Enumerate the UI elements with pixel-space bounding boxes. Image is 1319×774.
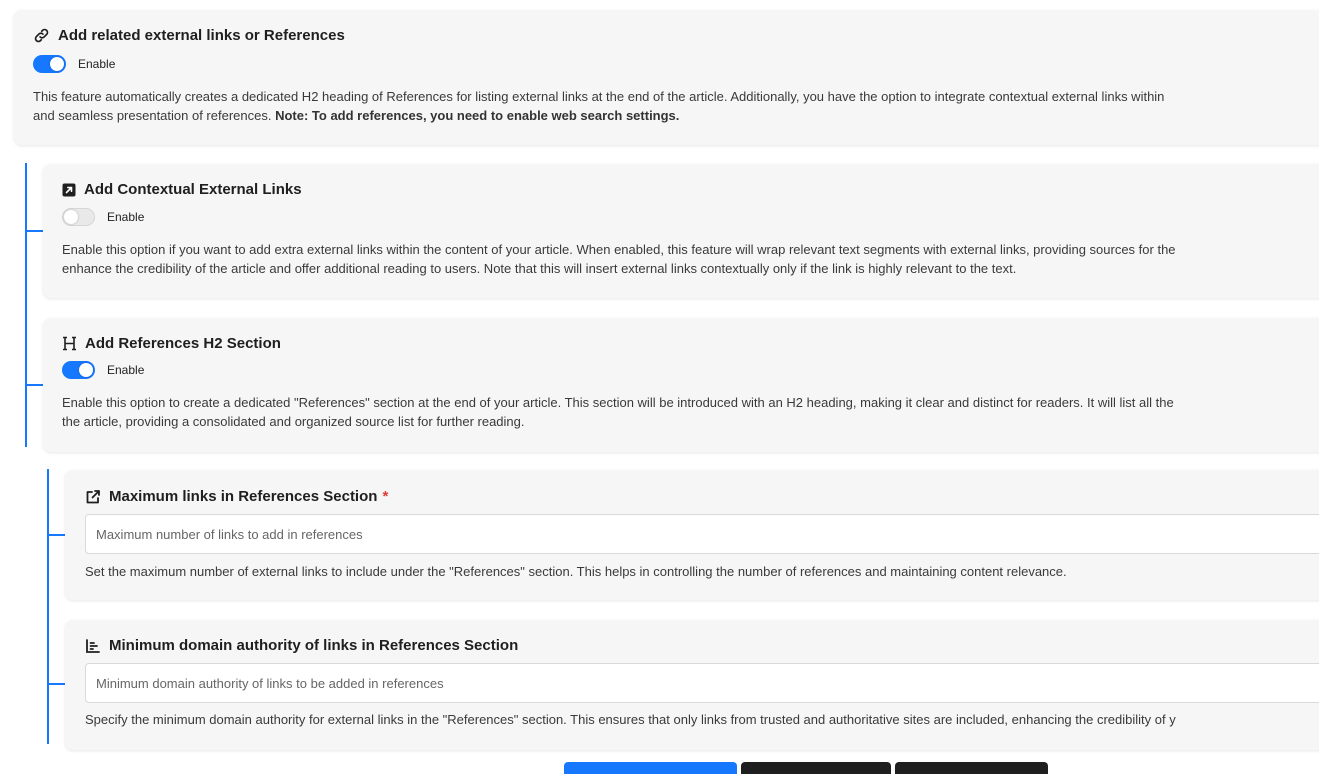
references-h2-desc-line2: the article, providing a consolidated an…: [62, 414, 525, 429]
bar-chart-icon: [86, 638, 100, 653]
min-authority-card: Minimum domain authority of links in Ref…: [65, 620, 1319, 750]
references-h2-toggle[interactable]: [62, 361, 95, 379]
toggle-knob: [79, 363, 93, 377]
contextual-title-text: Add Contextual External Links: [84, 181, 302, 198]
min-authority-help: Specify the minimum domain authority for…: [85, 712, 1176, 727]
toggle-knob: [64, 210, 78, 224]
external-links-card: Add related external links or References…: [14, 10, 1319, 145]
contextual-toggle-row: Enable: [62, 208, 144, 226]
max-links-placeholder: Maximum number of links to add in refere…: [96, 526, 363, 542]
external-links-note: Note: To add references, you need to ena…: [275, 108, 680, 123]
external-links-toggle[interactable]: [33, 55, 66, 73]
min-authority-input[interactable]: Minimum domain authority of links to be …: [85, 663, 1319, 703]
contextual-links-card: Add Contextual External Links Enable Ena…: [43, 164, 1319, 298]
contextual-desc-line1: Enable this option if you want to add ex…: [62, 242, 1176, 257]
tree-branch-min-authority: [47, 683, 66, 685]
tree-branch-references: [25, 384, 44, 386]
max-links-input[interactable]: Maximum number of links to add in refere…: [85, 514, 1319, 554]
references-h2-card: Add References H2 Section Enable Enable …: [43, 318, 1319, 452]
tree-branch-contextual: [25, 230, 44, 232]
contextual-title: Add Contextual External Links: [62, 181, 302, 198]
references-h2-description: Enable this option to create a dedicated…: [62, 393, 1319, 431]
references-h2-title-text: Add References H2 Section: [85, 335, 281, 352]
secondary-action-button[interactable]: [741, 762, 891, 774]
link-icon: [34, 28, 49, 43]
max-links-title: Maximum links in References Section *: [85, 488, 388, 505]
contextual-desc-line2: enhance the credibility of the article a…: [62, 261, 1017, 276]
external-link-icon: [86, 489, 100, 503]
external-links-toggle-label: Enable: [78, 57, 116, 71]
external-links-desc-line2: and seamless presentation of references.…: [33, 108, 680, 123]
contextual-toggle[interactable]: [62, 208, 95, 226]
max-links-title-text: Maximum links in References Section: [109, 488, 378, 505]
max-links-card: Maximum links in References Section * Ma…: [65, 470, 1319, 600]
contextual-toggle-label: Enable: [107, 210, 145, 224]
external-links-title: Add related external links or References: [33, 27, 345, 44]
references-h2-title: Add References H2 Section: [62, 335, 281, 352]
heading-icon: [63, 336, 76, 351]
min-authority-placeholder: Minimum domain authority of links to be …: [96, 675, 444, 691]
max-links-help: Set the maximum number of external links…: [85, 564, 1067, 579]
references-h2-toggle-row: Enable: [62, 361, 144, 379]
external-square-icon: [62, 183, 76, 196]
tertiary-action-button[interactable]: [895, 762, 1048, 774]
min-authority-title: Minimum domain authority of links in Ref…: [85, 637, 518, 654]
external-links-title-text: Add related external links or References: [58, 27, 345, 44]
references-h2-toggle-label: Enable: [107, 363, 145, 377]
tree-branch-max-links: [47, 534, 66, 536]
references-h2-desc-line1: Enable this option to create a dedicated…: [62, 395, 1174, 410]
contextual-description: Enable this option if you want to add ex…: [62, 240, 1319, 278]
primary-action-button[interactable]: [564, 762, 737, 774]
toggle-knob: [50, 57, 64, 71]
min-authority-title-text: Minimum domain authority of links in Ref…: [109, 637, 519, 654]
external-links-description: This feature automatically creates a ded…: [33, 87, 1319, 125]
tree-line-level-2: [47, 469, 49, 744]
external-links-desc-line1: This feature automatically creates a ded…: [33, 89, 1165, 104]
tree-line-level-1: [25, 163, 27, 447]
required-mark: *: [382, 488, 389, 505]
external-links-toggle-row: Enable: [33, 55, 115, 73]
